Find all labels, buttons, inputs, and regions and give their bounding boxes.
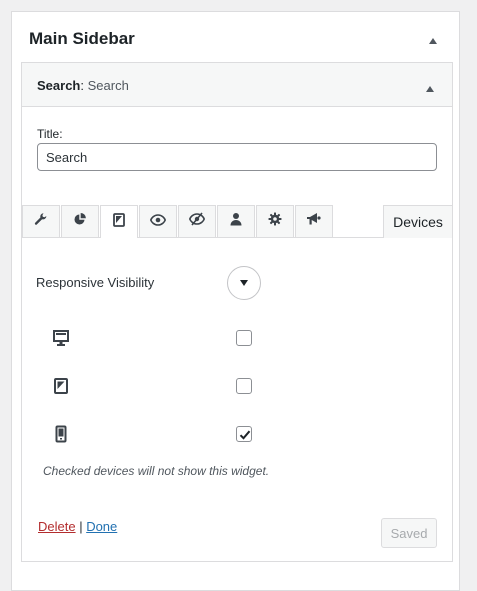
tablet-icon <box>52 377 70 395</box>
tab-eye-slash[interactable] <box>178 205 216 237</box>
mobile-checkbox[interactable] <box>236 426 252 442</box>
checkmark-icon <box>239 430 251 440</box>
mobile-icon <box>52 425 70 443</box>
tab-gear[interactable] <box>256 205 294 237</box>
tablet-checkbox[interactable] <box>236 378 252 394</box>
tab-wrench[interactable] <box>22 205 60 237</box>
megaphone-icon <box>306 212 322 231</box>
gear-icon <box>268 212 282 231</box>
responsive-visibility-label: Responsive Visibility <box>36 275 155 290</box>
widget-collapse-icon[interactable] <box>425 80 435 92</box>
widget-tabs: Devices <box>22 205 453 238</box>
device-row-desktop <box>22 327 452 351</box>
widget-title-separator: : <box>80 78 88 93</box>
tab-user[interactable] <box>217 205 255 237</box>
sidebar-collapse-icon[interactable] <box>427 33 439 44</box>
widget-actions: Delete | Done <box>38 519 117 534</box>
title-input[interactable] <box>37 143 437 171</box>
widget-subtitle: Search <box>87 78 129 93</box>
done-link[interactable]: Done <box>86 519 117 534</box>
caret-down-icon <box>239 274 249 292</box>
user-icon <box>230 212 242 231</box>
device-row-tablet <box>22 375 452 399</box>
search-widget: Search: Search Title: Search Devices Res… <box>21 62 453 562</box>
tab-devices[interactable]: Devices <box>383 205 453 238</box>
tab-tablet[interactable] <box>100 205 138 238</box>
eye-icon <box>149 213 167 231</box>
widget-name: Search <box>37 78 81 93</box>
main-sidebar-panel: Main Sidebar Search: Search Title: Searc… <box>11 11 460 591</box>
responsive-visibility-toggle[interactable] <box>227 266 261 300</box>
desktop-checkbox[interactable] <box>236 330 252 346</box>
eye-slash-icon <box>188 212 206 231</box>
device-row-mobile <box>22 423 452 447</box>
title-label: Title: <box>37 127 63 141</box>
tablet-icon <box>113 212 125 232</box>
tab-pie-chart[interactable] <box>61 205 99 237</box>
wrench-icon <box>34 212 48 231</box>
tab-eye[interactable] <box>139 205 177 237</box>
actions-separator: | <box>75 519 87 534</box>
widget-header[interactable]: Search: Search <box>22 63 452 107</box>
desktop-icon <box>52 329 70 347</box>
tab-megaphone[interactable] <box>295 205 333 237</box>
delete-link[interactable]: Delete <box>38 519 76 534</box>
devices-note: Checked devices will not show this widge… <box>43 464 270 478</box>
sidebar-title: Main Sidebar <box>29 29 135 48</box>
pie-chart-icon <box>73 212 87 231</box>
widget-title: Search: Search <box>37 78 129 93</box>
saved-button[interactable]: Saved <box>381 518 437 548</box>
